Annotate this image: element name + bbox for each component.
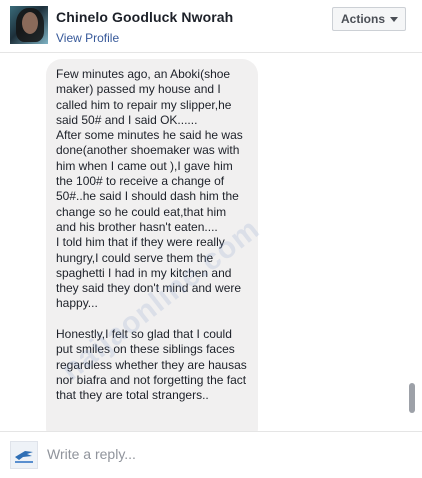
actions-button[interactable]: Actions xyxy=(332,7,406,31)
contact-name[interactable]: Chinelo Goodluck Nworah xyxy=(56,9,233,25)
view-profile-link[interactable]: View Profile xyxy=(56,31,119,45)
caret-down-icon xyxy=(390,17,398,22)
actions-label: Actions xyxy=(341,12,386,26)
conversation-header: Chinelo Goodluck Nworah View Profile Act… xyxy=(0,0,422,53)
reply-composer: Write a reply... xyxy=(0,431,422,478)
scrollbar-thumb[interactable] xyxy=(409,383,415,413)
message-bubble: Few minutes ago, an Aboki(shoe maker) pa… xyxy=(46,59,258,431)
bird-logo-icon xyxy=(10,441,38,469)
reply-input[interactable]: Write a reply... xyxy=(47,446,136,462)
message-thread[interactable]: Few minutes ago, an Aboki(shoe maker) pa… xyxy=(0,53,422,431)
avatar-face xyxy=(22,12,38,34)
contact-avatar[interactable] xyxy=(10,6,48,44)
